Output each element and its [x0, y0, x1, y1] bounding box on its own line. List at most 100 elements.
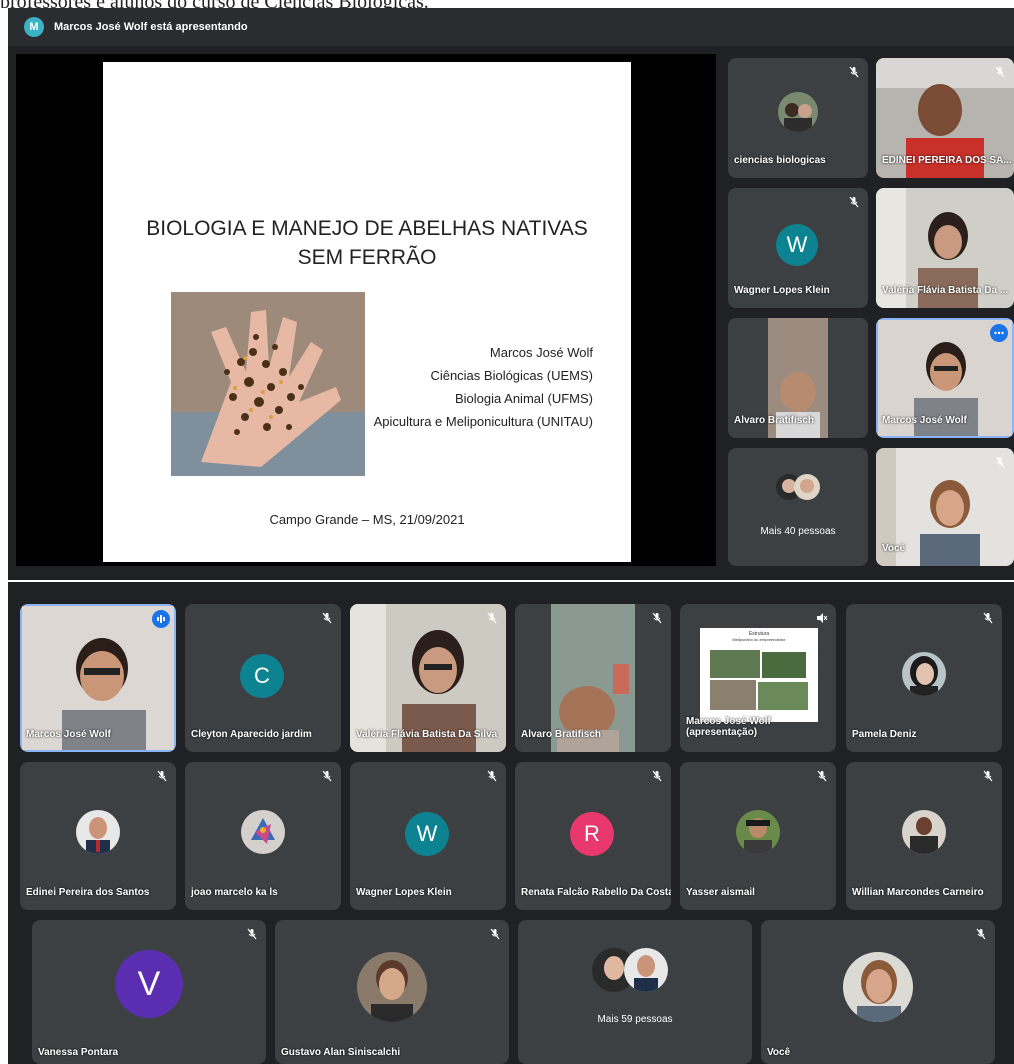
mic-off-icon — [817, 770, 827, 782]
speaking-indicator-icon — [152, 610, 170, 628]
participant-name: Vanessa Pontara — [38, 1047, 119, 1058]
presentation-view: M Marcos José Wolf está apresentando BIO… — [8, 8, 1014, 580]
document-caption: professores e alunos do curso de Ciência… — [0, 0, 1014, 8]
participant-tile[interactable]: Willian Marcondes Carneiro — [846, 762, 1002, 910]
more-participants-tile[interactable]: Mais 59 pessoas — [518, 920, 752, 1064]
initial-avatar: R — [570, 812, 614, 856]
participant-tile[interactable]: Alvaro Bratifisch — [515, 604, 671, 752]
participant-name: Marcos José Wolf — [26, 729, 111, 740]
participant-name: Renata Falcão Rabello Da Costa — [521, 887, 671, 898]
mic-off-icon — [322, 612, 332, 624]
participant-tile[interactable]: EDINEI PEREIRA DOS SA... — [876, 58, 1014, 178]
profile-photo-avatar — [736, 810, 780, 854]
group-photo-avatar — [778, 92, 818, 132]
slide-credential: Ciências Biológicas (UEMS) — [430, 368, 593, 383]
participant-tile[interactable]: joao marcelo ka ls — [185, 762, 341, 910]
initial-avatar: C — [240, 654, 284, 698]
participant-tile[interactable]: Edinei Pereira dos Santos — [20, 762, 176, 910]
participant-name: Wagner Lopes Klein — [734, 285, 830, 296]
participant-name: Valéria Flávia Batista Da Silva — [356, 729, 498, 740]
participant-name: EDINEI PEREIRA DOS SA... — [882, 155, 1012, 166]
presenting-bar: M Marcos José Wolf está apresentando — [8, 8, 1014, 46]
participant-tile[interactable]: W Wagner Lopes Klein — [350, 762, 506, 910]
thumbnail-subtitle: Meliponário do empreendedor — [732, 637, 786, 642]
meeting-grid: Marcos José Wolf C Cleyton Aparecido jar… — [8, 582, 1014, 1064]
profile-photo-avatar — [76, 810, 120, 854]
participant-tile-active[interactable]: Marcos José Wolf — [20, 604, 176, 752]
speaker-muted-icon — [817, 613, 828, 623]
presentation-tile[interactable]: Estrutura Meliponário do empreendedor Ma… — [680, 604, 836, 752]
mic-off-icon — [247, 928, 257, 940]
presentation-suffix: (apresentação) — [686, 727, 758, 738]
participant-name: Marcos José Wolf — [882, 415, 967, 426]
profile-photo-avatar — [357, 952, 427, 1022]
slide-title-line2: SEM FERRÃO — [297, 246, 437, 269]
slide-footer: Campo Grande – MS, 21/09/2021 — [269, 512, 465, 527]
participant-name: Gustavo Alan Siniscalchi — [281, 1047, 401, 1058]
participant-name: Você — [767, 1047, 791, 1058]
mic-off-icon — [487, 770, 497, 782]
slide-author: Marcos José Wolf — [489, 345, 593, 360]
initial-avatar: W — [776, 224, 818, 266]
initial-avatar: W — [405, 812, 449, 856]
participant-name: Willian Marcondes Carneiro — [852, 887, 984, 898]
participant-tile[interactable]: V Vanessa Pontara — [32, 920, 266, 1064]
participant-name: Cleyton Aparecido jardim — [191, 729, 312, 740]
participant-tile[interactable]: Valéria Flávia Batista Da Silva — [350, 604, 506, 752]
mic-off-icon — [995, 66, 1005, 78]
participant-name: Alvaro Bratifisch — [521, 729, 602, 740]
slide-credential: Apicultura e Meliponicultura (UNITAU) — [373, 414, 593, 429]
self-avatar — [843, 952, 913, 1022]
slide-title: BIOLOGIA E MANEJO DE ABELHAS NATIVAS SEM… — [103, 214, 631, 272]
profile-photo-avatar — [902, 652, 946, 696]
participant-tile[interactable]: Pamela Deniz — [846, 604, 1002, 752]
participant-tile[interactable]: Gustavo Alan Siniscalchi — [275, 920, 509, 1064]
participant-name: Alvaro Bratifisch — [734, 415, 815, 426]
presentation-label: Marcos José Wolf (apresentação) — [686, 716, 771, 738]
participant-tile[interactable]: R Renata Falcão Rabello Da Costa — [515, 762, 671, 910]
presenting-label: Marcos José Wolf está apresentando — [54, 21, 248, 33]
participant-name: Yasser aismail — [686, 887, 755, 898]
profile-photo-avatar — [241, 810, 285, 854]
more-participants-label: Mais 40 pessoas — [760, 526, 836, 537]
participant-name: Valéria Flávia Batista Da ... — [882, 285, 1009, 296]
self-tile[interactable]: Você — [761, 920, 995, 1064]
mic-off-icon — [652, 770, 662, 782]
mic-off-icon — [849, 196, 859, 208]
mic-off-icon — [849, 66, 859, 78]
mic-off-icon — [983, 770, 993, 782]
more-options-icon[interactable] — [990, 324, 1008, 342]
participant-name: joao marcelo ka ls — [191, 887, 278, 898]
bees-on-hand-photo — [171, 292, 365, 476]
participant-tile[interactable]: C Cleyton Aparecido jardim — [185, 604, 341, 752]
presenter-avatar: M — [24, 17, 44, 37]
presentation-slide: BIOLOGIA E MANEJO DE ABELHAS NATIVAS SEM… — [103, 62, 631, 562]
participant-tile-active[interactable]: Marcos José Wolf — [876, 318, 1014, 438]
participant-mini-avatar — [624, 948, 668, 992]
presenter-name: Marcos José Wolf — [686, 716, 771, 727]
mic-off-icon — [652, 612, 662, 624]
participant-tile[interactable]: ciencias biologicas — [728, 58, 868, 178]
mic-off-icon — [983, 612, 993, 624]
participant-tile[interactable]: Valéria Flávia Batista Da ... — [876, 188, 1014, 308]
mic-off-icon — [487, 612, 497, 624]
participant-name: Wagner Lopes Klein — [356, 887, 452, 898]
self-tile[interactable]: Você — [876, 448, 1014, 566]
mic-off-icon — [995, 456, 1005, 468]
mic-off-icon — [322, 770, 332, 782]
more-participants-tile[interactable]: Mais 40 pessoas — [728, 448, 868, 566]
participant-tile[interactable]: W Wagner Lopes Klein — [728, 188, 868, 308]
profile-photo-avatar — [902, 810, 946, 854]
presentation-thumbnail: Estrutura Meliponário do empreendedor — [700, 628, 818, 722]
participant-tile[interactable]: Alvaro Bratifisch — [728, 318, 868, 438]
slide-credential: Biologia Animal (UFMS) — [455, 391, 593, 406]
participant-tile[interactable]: Yasser aismail — [680, 762, 836, 910]
participant-name: Pamela Deniz — [852, 729, 917, 740]
participant-name: Você — [882, 543, 906, 554]
mic-off-icon — [490, 928, 500, 940]
participant-mini-avatar — [794, 474, 820, 500]
participant-name: ciencias biologicas — [734, 155, 826, 166]
mic-off-icon — [157, 770, 167, 782]
mic-off-icon — [976, 928, 986, 940]
slide-title-line1: BIOLOGIA E MANEJO DE ABELHAS NATIVAS — [146, 217, 588, 240]
